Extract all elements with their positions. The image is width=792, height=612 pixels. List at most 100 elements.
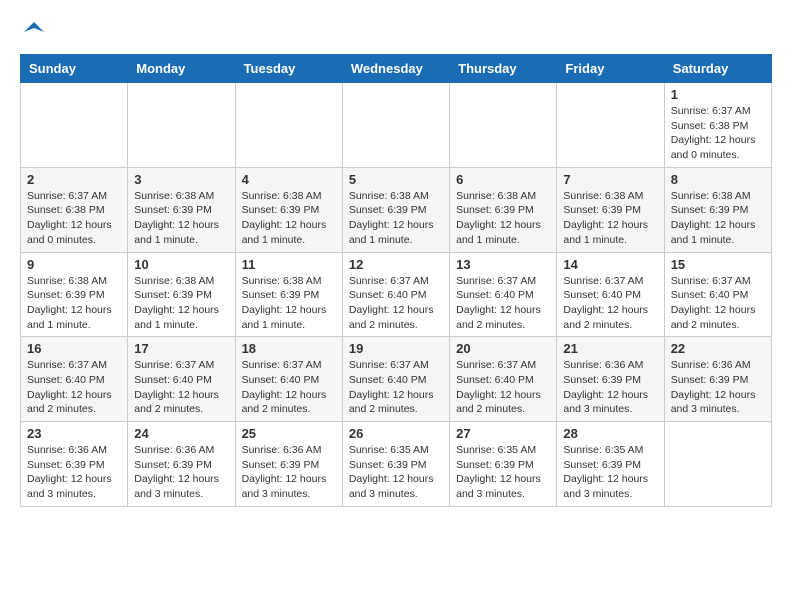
day-number: 2: [27, 172, 121, 187]
day-info: Sunrise: 6:37 AMSunset: 6:40 PMDaylight:…: [134, 358, 228, 417]
day-number: 18: [242, 341, 336, 356]
day-info: Sunrise: 6:37 AMSunset: 6:40 PMDaylight:…: [27, 358, 121, 417]
calendar-cell: 28 Sunrise: 6:35 AMSunset: 6:39 PMDayligh…: [557, 422, 664, 507]
calendar-cell: [128, 83, 235, 168]
calendar-cell: [450, 83, 557, 168]
calendar-table: SundayMondayTuesdayWednesdayThursdayFrid…: [20, 54, 772, 507]
calendar-header-tuesday: Tuesday: [235, 55, 342, 83]
calendar-cell: 10Sunrise: 6:38 AMSunset: 6:39 PMDayligh…: [128, 252, 235, 337]
day-info: Sunrise: 6:37 AMSunset: 6:40 PMDaylight:…: [456, 358, 550, 417]
day-number: 1: [671, 87, 765, 102]
calendar-cell: [557, 83, 664, 168]
calendar-cell: 14Sunrise: 6:37 AMSunset: 6:40 PMDayligh…: [557, 252, 664, 337]
calendar-cell: 4 Sunrise: 6:38 AMSunset: 6:39 PMDaylight…: [235, 167, 342, 252]
day-info: Sunrise: 6:38 AMSunset: 6:39 PMDaylight:…: [671, 189, 765, 248]
calendar-week-row: 16 Sunrise: 6:37 AMSunset: 6:40 PMDayligh…: [21, 337, 772, 422]
day-info: Sunrise: 6:37 AMSunset: 6:38 PMDaylight:…: [27, 189, 121, 248]
calendar-cell: 12 Sunrise: 6:37 AMSunset: 6:40 PMDayligh…: [342, 252, 449, 337]
calendar-header-row: SundayMondayTuesdayWednesdayThursdayFrid…: [21, 55, 772, 83]
calendar-week-row: 2 Sunrise: 6:37 AMSunset: 6:38 PMDaylight…: [21, 167, 772, 252]
calendar-week-row: 23 Sunrise: 6:36 AMSunset: 6:39 PMDayligh…: [21, 422, 772, 507]
calendar-cell: 16 Sunrise: 6:37 AMSunset: 6:40 PMDayligh…: [21, 337, 128, 422]
day-info: Sunrise: 6:38 AMSunset: 6:39 PMDaylight:…: [27, 274, 121, 333]
day-number: 16: [27, 341, 121, 356]
day-info: Sunrise: 6:36 AMSunset: 6:39 PMDaylight:…: [563, 358, 657, 417]
day-info: Sunrise: 6:36 AMSunset: 6:39 PMDaylight:…: [242, 443, 336, 502]
day-info: Sunrise: 6:36 AMSunset: 6:39 PMDaylight:…: [27, 443, 121, 502]
calendar-cell: 2 Sunrise: 6:37 AMSunset: 6:38 PMDaylight…: [21, 167, 128, 252]
day-number: 12: [349, 257, 443, 272]
day-number: 20: [456, 341, 550, 356]
calendar-cell: 27 Sunrise: 6:35 AMSunset: 6:39 PMDayligh…: [450, 422, 557, 507]
day-info: Sunrise: 6:36 AMSunset: 6:39 PMDaylight:…: [134, 443, 228, 502]
calendar-cell: 19 Sunrise: 6:37 AMSunset: 6:40 PMDayligh…: [342, 337, 449, 422]
calendar-cell: [342, 83, 449, 168]
day-number: 17: [134, 341, 228, 356]
day-info: Sunrise: 6:38 AMSunset: 6:39 PMDaylight:…: [349, 189, 443, 248]
day-number: 19: [349, 341, 443, 356]
day-number: 11: [242, 257, 336, 272]
calendar-cell: 7 Sunrise: 6:38 AMSunset: 6:39 PMDaylight…: [557, 167, 664, 252]
day-info: Sunrise: 6:37 AMSunset: 6:40 PMDaylight:…: [671, 274, 765, 333]
calendar-cell: 18 Sunrise: 6:37 AMSunset: 6:40 PMDayligh…: [235, 337, 342, 422]
calendar-cell: 1 Sunrise: 6:37 AMSunset: 6:38 PMDaylight…: [664, 83, 771, 168]
day-number: 26: [349, 426, 443, 441]
day-number: 21: [563, 341, 657, 356]
day-number: 15: [671, 257, 765, 272]
calendar-header-friday: Friday: [557, 55, 664, 83]
day-info: Sunrise: 6:37 AMSunset: 6:40 PMDaylight:…: [456, 274, 550, 333]
day-info: Sunrise: 6:35 AMSunset: 6:39 PMDaylight:…: [456, 443, 550, 502]
calendar-cell: 17 Sunrise: 6:37 AMSunset: 6:40 PMDayligh…: [128, 337, 235, 422]
calendar-cell: [235, 83, 342, 168]
day-info: Sunrise: 6:35 AMSunset: 6:39 PMDaylight:…: [563, 443, 657, 502]
calendar-cell: 6 Sunrise: 6:38 AMSunset: 6:39 PMDaylight…: [450, 167, 557, 252]
calendar-cell: 26 Sunrise: 6:35 AMSunset: 6:39 PMDayligh…: [342, 422, 449, 507]
day-number: 3: [134, 172, 228, 187]
day-number: 27: [456, 426, 550, 441]
calendar-cell: 24 Sunrise: 6:36 AMSunset: 6:39 PMDayligh…: [128, 422, 235, 507]
day-number: 6: [456, 172, 550, 187]
day-info: Sunrise: 6:35 AMSunset: 6:39 PMDaylight:…: [349, 443, 443, 502]
day-number: 7: [563, 172, 657, 187]
day-number: 24: [134, 426, 228, 441]
day-info: Sunrise: 6:37 AMSunset: 6:40 PMDaylight:…: [349, 274, 443, 333]
day-info: Sunrise: 6:37 AMSunset: 6:40 PMDaylight:…: [349, 358, 443, 417]
calendar-cell: 20 Sunrise: 6:37 AMSunset: 6:40 PMDayligh…: [450, 337, 557, 422]
calendar-cell: 3 Sunrise: 6:38 AMSunset: 6:39 PMDaylight…: [128, 167, 235, 252]
calendar-cell: [664, 422, 771, 507]
day-info: Sunrise: 6:38 AMSunset: 6:39 PMDaylight:…: [456, 189, 550, 248]
day-info: Sunrise: 6:38 AMSunset: 6:39 PMDaylight:…: [134, 189, 228, 248]
calendar-week-row: 9 Sunrise: 6:38 AMSunset: 6:39 PMDaylight…: [21, 252, 772, 337]
day-number: 9: [27, 257, 121, 272]
day-number: 23: [27, 426, 121, 441]
day-number: 10: [134, 257, 228, 272]
calendar-cell: 5 Sunrise: 6:38 AMSunset: 6:39 PMDaylight…: [342, 167, 449, 252]
calendar-cell: 23 Sunrise: 6:36 AMSunset: 6:39 PMDayligh…: [21, 422, 128, 507]
day-number: 13: [456, 257, 550, 272]
day-number: 5: [349, 172, 443, 187]
calendar-cell: 22Sunrise: 6:36 AMSunset: 6:39 PMDayligh…: [664, 337, 771, 422]
calendar-cell: 21 Sunrise: 6:36 AMSunset: 6:39 PMDayligh…: [557, 337, 664, 422]
day-number: 8: [671, 172, 765, 187]
calendar-cell: 9 Sunrise: 6:38 AMSunset: 6:39 PMDaylight…: [21, 252, 128, 337]
day-info: Sunrise: 6:38 AMSunset: 6:39 PMDaylight:…: [563, 189, 657, 248]
calendar-week-row: 1 Sunrise: 6:37 AMSunset: 6:38 PMDaylight…: [21, 83, 772, 168]
day-info: Sunrise: 6:38 AMSunset: 6:39 PMDaylight:…: [242, 189, 336, 248]
calendar-header-wednesday: Wednesday: [342, 55, 449, 83]
calendar-cell: 15 Sunrise: 6:37 AMSunset: 6:40 PMDayligh…: [664, 252, 771, 337]
day-number: 22: [671, 341, 765, 356]
calendar-cell: [21, 83, 128, 168]
calendar-header-saturday: Saturday: [664, 55, 771, 83]
day-number: 28: [563, 426, 657, 441]
calendar-header-thursday: Thursday: [450, 55, 557, 83]
day-info: Sunrise: 6:37 AMSunset: 6:38 PMDaylight:…: [671, 104, 765, 163]
calendar-cell: 13 Sunrise: 6:37 AMSunset: 6:40 PMDayligh…: [450, 252, 557, 337]
calendar-header-monday: Monday: [128, 55, 235, 83]
day-info: Sunrise: 6:37 AMSunset: 6:40 PMDaylight:…: [563, 274, 657, 333]
page-header: [20, 20, 772, 44]
day-info: Sunrise: 6:38 AMSunset: 6:39 PMDaylight:…: [242, 274, 336, 333]
logo-icon: [22, 20, 46, 44]
day-info: Sunrise: 6:37 AMSunset: 6:40 PMDaylight:…: [242, 358, 336, 417]
day-number: 4: [242, 172, 336, 187]
calendar-cell: 25Sunrise: 6:36 AMSunset: 6:39 PMDayligh…: [235, 422, 342, 507]
